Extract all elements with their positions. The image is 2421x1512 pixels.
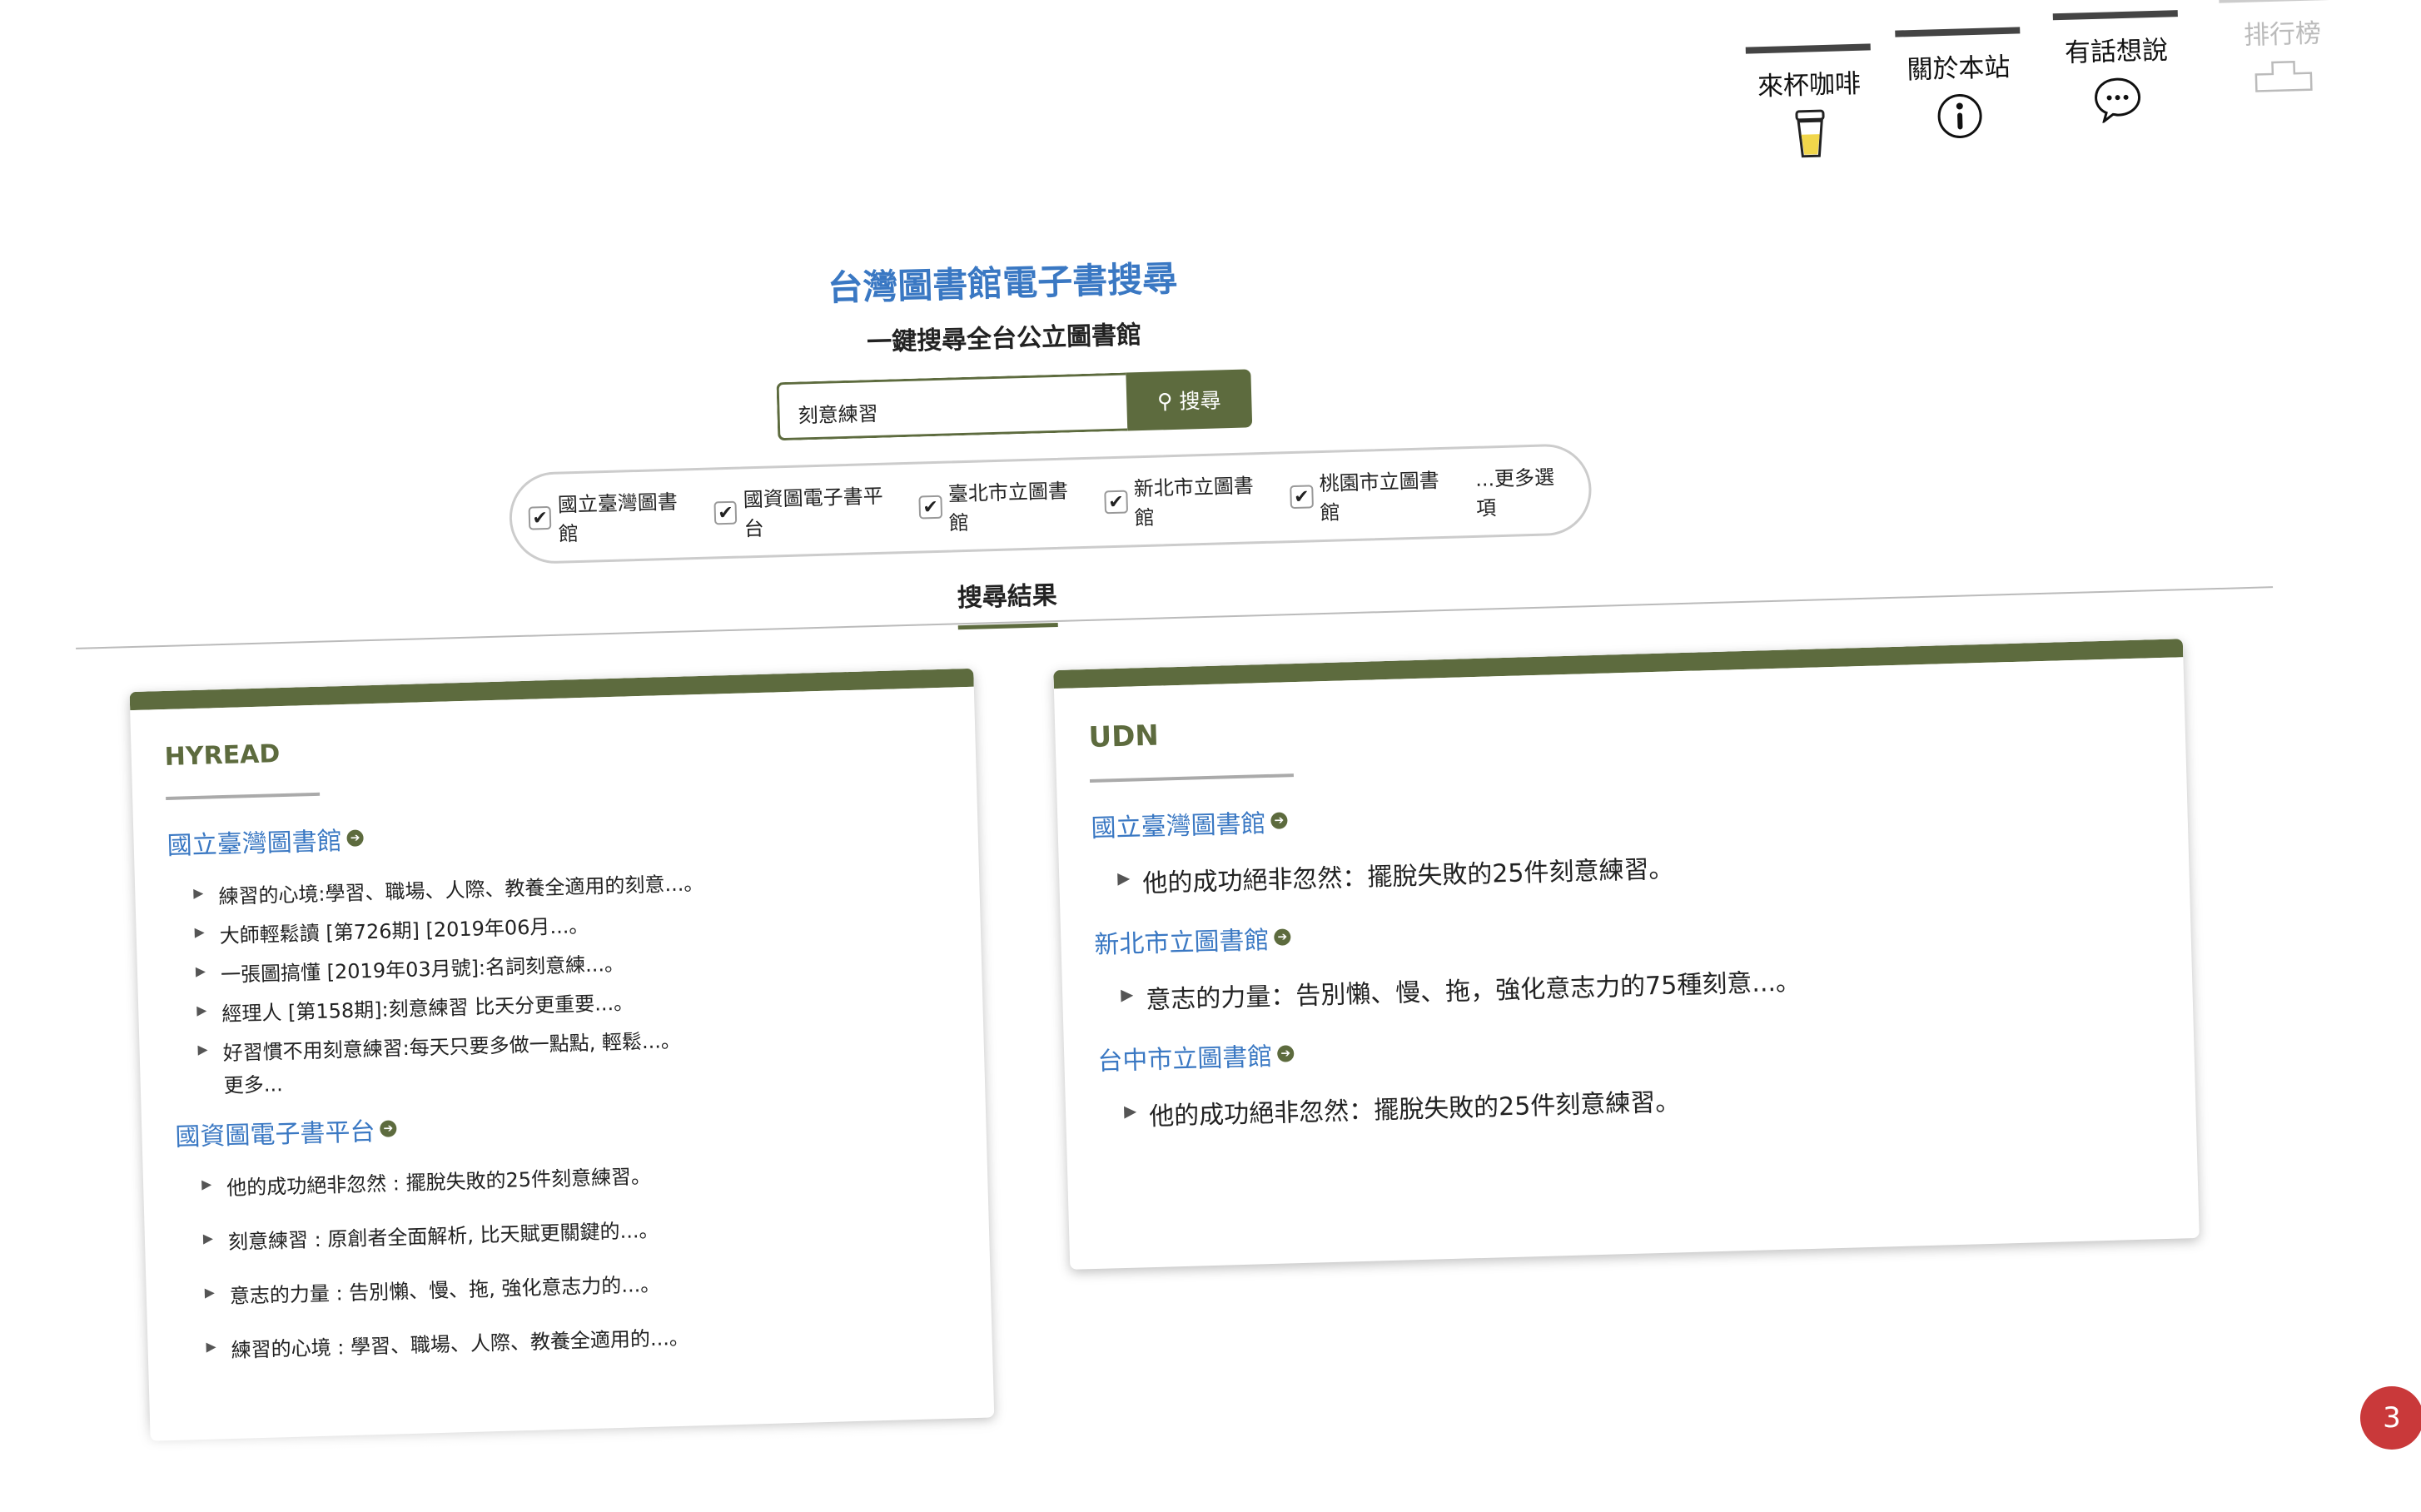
filter-label: 國資圖電子書平台 xyxy=(743,484,884,541)
arrow-right-icon: ➔ xyxy=(380,1120,397,1137)
library-name: 台中市立圖書館 xyxy=(1096,1042,1273,1077)
nav-ranking[interactable]: 排行榜 xyxy=(2219,0,2346,94)
list-item[interactable]: 他的成功絕非忽然：擺脫失敗的25件刻意練習。 xyxy=(1117,834,2156,900)
udn-card: UDN 國立臺灣圖書館➔ 他的成功絕非忽然：擺脫失敗的25件刻意練習。 新北市立… xyxy=(1053,639,2200,1270)
check-icon[interactable]: ✔ xyxy=(528,505,552,530)
filter-checkbox[interactable]: ✔ 桃園市立圖書館 xyxy=(1290,464,1457,527)
library-filters: ✔ 國立臺灣圖書館 ✔ 國資圖電子書平台 ✔ 臺北市立圖書館 ✔ 新北市立圖書館 ✔ 桃園… xyxy=(508,443,1593,565)
library-name: 國立臺灣圖書館 xyxy=(167,827,343,861)
list-item[interactable]: 他的成功絕非忽然 : 擺脫失敗的25件刻意練習。 xyxy=(201,1151,955,1201)
check-icon[interactable]: ✔ xyxy=(713,500,738,525)
more-options-link[interactable]: ...更多選項 xyxy=(1475,460,1573,521)
card-title: HYREAD xyxy=(164,739,281,772)
search-button[interactable]: ⚲ 搜尋 xyxy=(1126,369,1253,431)
list-item[interactable]: 意志的力量 : 告別懶、慢、拖, 強化意志力的...。 xyxy=(204,1260,957,1310)
arrow-right-icon: ➔ xyxy=(1274,928,1291,946)
library-name: 新北市立圖書館 xyxy=(1094,926,1270,960)
nav-label: 關於本站 xyxy=(1906,52,2011,86)
nav-coffee[interactable]: 來杯咖啡 xyxy=(1745,43,1874,161)
divider xyxy=(166,792,321,800)
search-button-label: 搜尋 xyxy=(1179,388,1221,414)
search-input[interactable]: 刻意練習 xyxy=(776,372,1128,441)
library-link[interactable]: 新北市立圖書館 ➔ xyxy=(1094,894,2158,961)
search-form: 刻意練習 ⚲ 搜尋 xyxy=(776,369,1253,441)
filter-checkbox[interactable]: ✔ 國資圖電子書平台 xyxy=(713,479,900,542)
divider xyxy=(1089,773,1294,783)
notification-badge[interactable]: 3 xyxy=(2360,1386,2421,1450)
arrow-right-icon: ➔ xyxy=(1270,812,1288,829)
library-link[interactable]: 國立臺灣圖書館 ➔ xyxy=(167,803,945,862)
check-icon[interactable]: ✔ xyxy=(918,495,942,520)
library-name: 國資圖電子書平台 xyxy=(175,1117,375,1152)
check-icon[interactable]: ✔ xyxy=(1290,485,1314,510)
list-item[interactable]: 意志的力量：告別懶、慢、拖，強化意志力的75種刻意...。 xyxy=(1121,951,2160,1017)
arrow-right-icon: ➔ xyxy=(1276,1045,1295,1062)
filter-label: 國立臺灣圖書館 xyxy=(557,490,679,546)
nav-label: 來杯咖啡 xyxy=(1757,68,1862,102)
arrow-right-icon: ➔ xyxy=(346,829,364,847)
filter-checkbox[interactable]: ✔ 新北市立圖書館 xyxy=(1104,469,1271,532)
library-link[interactable]: 國立臺灣圖書館 ➔ xyxy=(1091,778,2155,844)
coffee-cup-icon xyxy=(1795,109,1825,158)
divider xyxy=(76,586,2274,649)
nav-feedback[interactable]: 有話想說 xyxy=(2052,10,2181,124)
hyread-card: HYREAD 國立臺灣圖書館➔ 練習的心境:學習、職場、人際、教養全適用的刻意.… xyxy=(129,668,995,1441)
nav-label: 排行榜 xyxy=(2243,18,2322,51)
library-name: 國立臺灣圖書館 xyxy=(1091,809,1267,843)
list-item[interactable]: 他的成功絕非忽然：擺脫失敗的25件刻意練習。 xyxy=(1124,1067,2163,1133)
list-item[interactable]: 刻意練習 : 原創者全面解析, 比天賦更關鍵的...。 xyxy=(203,1206,957,1256)
library-link[interactable]: 台中市立圖書館 ➔ xyxy=(1097,1011,2161,1077)
check-icon[interactable]: ✔ xyxy=(1104,490,1128,515)
nav-label: 有話想說 xyxy=(2064,35,2169,68)
filter-checkbox[interactable]: ✔ 國立臺灣圖書館 xyxy=(528,485,695,548)
filter-label: 臺北市立圖書館 xyxy=(947,479,1069,535)
podium-icon xyxy=(2254,60,2313,92)
search-icon: ⚲ xyxy=(1156,388,1173,414)
list-item[interactable]: 練習的心境 : 學習、職場、人際、教養全適用的...。 xyxy=(206,1314,959,1364)
nav-about[interactable]: 關於本站 xyxy=(1895,27,2023,141)
filter-label: 桃園市立圖書館 xyxy=(1319,469,1439,525)
speech-bubble-icon xyxy=(2095,77,2141,124)
info-icon xyxy=(1937,93,1982,138)
bottom-fade xyxy=(0,1415,2421,1479)
card-title: UDN xyxy=(1087,719,1160,754)
filter-checkbox[interactable]: ✔ 臺北市立圖書館 xyxy=(918,474,1086,537)
filter-label: 新北市立圖書館 xyxy=(1133,474,1255,530)
library-link[interactable]: 國資圖電子書平台 ➔ xyxy=(175,1095,953,1153)
